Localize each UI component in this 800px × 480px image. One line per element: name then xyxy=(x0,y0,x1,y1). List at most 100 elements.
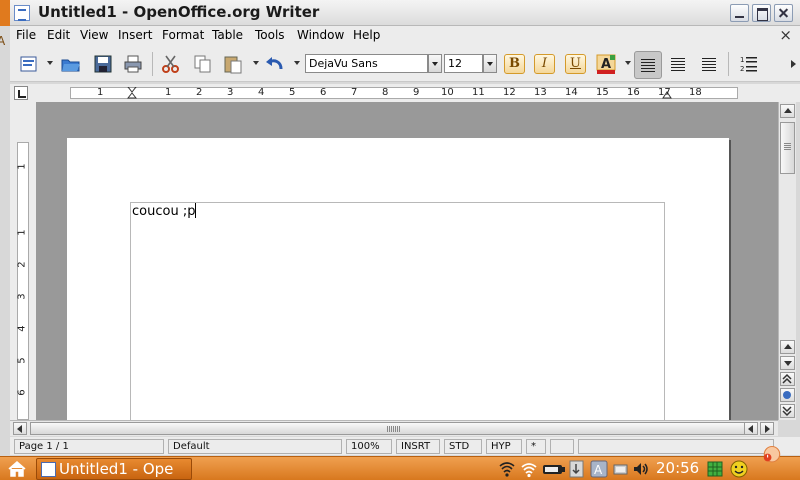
keyboard-icon[interactable]: A xyxy=(590,460,608,478)
status-page-style[interactable]: Default xyxy=(168,439,342,454)
ruler-label: 5 xyxy=(16,357,28,364)
volume-icon[interactable] xyxy=(632,460,650,478)
paste-dropdown-arrow[interactable] xyxy=(253,61,259,65)
horizontal-scroll-thumb[interactable] xyxy=(30,422,756,435)
close-button[interactable] xyxy=(774,4,793,22)
status-insert-mode[interactable]: INSRT xyxy=(396,439,440,454)
menu-file[interactable]: File xyxy=(16,28,36,42)
scroll-down-button[interactable] xyxy=(780,356,795,370)
horizontal-ruler[interactable]: 1 1 2 3 4 5 6 7 8 9 10 11 12 13 14 15 16… xyxy=(70,87,738,99)
tab-stop-selector[interactable] xyxy=(14,86,28,100)
scroll-up-button[interactable] xyxy=(780,104,795,118)
undo-dropdown-arrow[interactable] xyxy=(294,61,300,65)
taskbar: Untitled1 - Ope A 20:56 xyxy=(0,445,800,480)
title-bar[interactable]: Untitled1 - OpenOffice.org Writer xyxy=(0,0,800,26)
desktop-background xyxy=(0,26,10,456)
menu-edit[interactable]: Edit xyxy=(47,28,70,42)
taskbar-window-label: Untitled1 - Ope xyxy=(59,460,174,478)
display-icon[interactable] xyxy=(612,460,630,478)
open-icon[interactable] xyxy=(58,51,84,77)
smiley-icon[interactable] xyxy=(730,460,748,478)
font-color-icon[interactable]: A xyxy=(593,51,619,77)
vertical-ruler[interactable]: 1 1 2 3 4 5 6 xyxy=(17,142,29,420)
home-icon[interactable] xyxy=(8,461,26,477)
ruler-label: 2 xyxy=(16,261,28,268)
power-icon[interactable] xyxy=(752,441,792,463)
align-left-icon[interactable] xyxy=(634,51,662,79)
scroll-right-button[interactable] xyxy=(760,422,774,435)
document-workspace: coucou ;p xyxy=(36,102,778,420)
ruler-label: 1 xyxy=(97,87,104,98)
status-selection-mode[interactable]: STD xyxy=(444,439,482,454)
status-signature[interactable] xyxy=(550,439,574,454)
document-close-icon[interactable]: × xyxy=(779,26,792,44)
menu-view[interactable]: View xyxy=(80,28,108,42)
wifi-icon[interactable] xyxy=(520,460,538,478)
bold-button[interactable]: B xyxy=(504,54,525,74)
document-icon[interactable] xyxy=(16,51,42,77)
scroll-left-button-right[interactable] xyxy=(744,422,758,435)
status-bar: Page 1 / 1 Default 100% INSRT STD HYP * xyxy=(10,437,800,455)
status-zoom[interactable]: 100% xyxy=(346,439,392,454)
align-center-icon[interactable] xyxy=(665,51,693,79)
ruler-label: 1 xyxy=(16,229,28,236)
navigator-icon[interactable] xyxy=(780,388,795,402)
vertical-scrollbar[interactable] xyxy=(778,102,796,420)
battery-icon[interactable] xyxy=(542,460,566,478)
vertical-scroll-thumb[interactable] xyxy=(780,122,795,174)
ruler-label: 18 xyxy=(689,87,702,98)
align-right-icon[interactable] xyxy=(696,51,724,79)
ruler-label: 5 xyxy=(289,87,296,98)
horizontal-scrollbar[interactable] xyxy=(10,420,778,436)
grid-icon[interactable] xyxy=(706,460,724,478)
paste-icon[interactable] xyxy=(220,51,246,77)
scroll-up-button-lower[interactable] xyxy=(780,340,795,354)
status-page[interactable]: Page 1 / 1 xyxy=(14,439,164,454)
cut-icon[interactable] xyxy=(158,51,184,77)
next-page-icon[interactable] xyxy=(780,404,795,418)
ruler-label: 6 xyxy=(16,389,28,396)
previous-page-icon[interactable] xyxy=(780,372,795,386)
new-dropdown-arrow[interactable] xyxy=(47,61,53,65)
desktop-edge xyxy=(0,0,10,26)
maximize-button[interactable] xyxy=(752,4,771,22)
indent-marker-icon[interactable] xyxy=(127,87,137,99)
font-size-dropdown-button[interactable] xyxy=(483,54,497,73)
text-boundary[interactable]: coucou ;p xyxy=(130,202,665,420)
print-icon[interactable] xyxy=(120,51,146,77)
menu-insert[interactable]: Insert xyxy=(118,28,152,42)
status-hyphenation[interactable]: HYP xyxy=(486,439,522,454)
svg-text:1: 1 xyxy=(740,56,744,64)
menu-tools[interactable]: Tools xyxy=(255,28,285,42)
toolbar-separator xyxy=(152,52,153,76)
ruler-label: 10 xyxy=(441,87,454,98)
font-name-combo[interactable]: DejaVu Sans xyxy=(305,54,428,73)
menu-window[interactable]: Window xyxy=(297,28,344,42)
menu-help[interactable]: Help xyxy=(353,28,380,42)
save-icon[interactable] xyxy=(90,51,116,77)
ruler-label: 11 xyxy=(472,87,485,98)
font-size-combo[interactable]: 12 xyxy=(444,54,483,73)
network-icon[interactable] xyxy=(498,460,516,478)
writer-app-icon[interactable] xyxy=(14,5,30,21)
font-color-dropdown-arrow[interactable] xyxy=(625,61,631,65)
toolbar-overflow-icon[interactable] xyxy=(791,60,796,68)
clock[interactable]: 20:56 xyxy=(656,459,699,477)
underline-button[interactable]: U xyxy=(565,54,586,74)
minimize-button[interactable] xyxy=(730,4,749,22)
taskbar-window-button[interactable]: Untitled1 - Ope xyxy=(36,458,192,480)
menu-format[interactable]: Format xyxy=(162,28,204,42)
undo-icon[interactable] xyxy=(262,51,288,77)
update-icon[interactable] xyxy=(568,460,586,478)
document-page[interactable]: coucou ;p xyxy=(67,138,729,420)
document-text[interactable]: coucou ;p xyxy=(132,203,197,219)
font-name-dropdown-button[interactable] xyxy=(428,54,442,73)
numbering-icon[interactable]: 12 xyxy=(736,51,762,77)
menu-table[interactable]: Table xyxy=(212,28,243,42)
copy-icon[interactable] xyxy=(190,51,216,77)
scroll-left-button[interactable] xyxy=(13,422,27,435)
status-modified[interactable]: * xyxy=(526,439,546,454)
italic-button[interactable]: I xyxy=(534,54,555,74)
ruler-label: 4 xyxy=(258,87,265,98)
ruler-label: 8 xyxy=(382,87,389,98)
